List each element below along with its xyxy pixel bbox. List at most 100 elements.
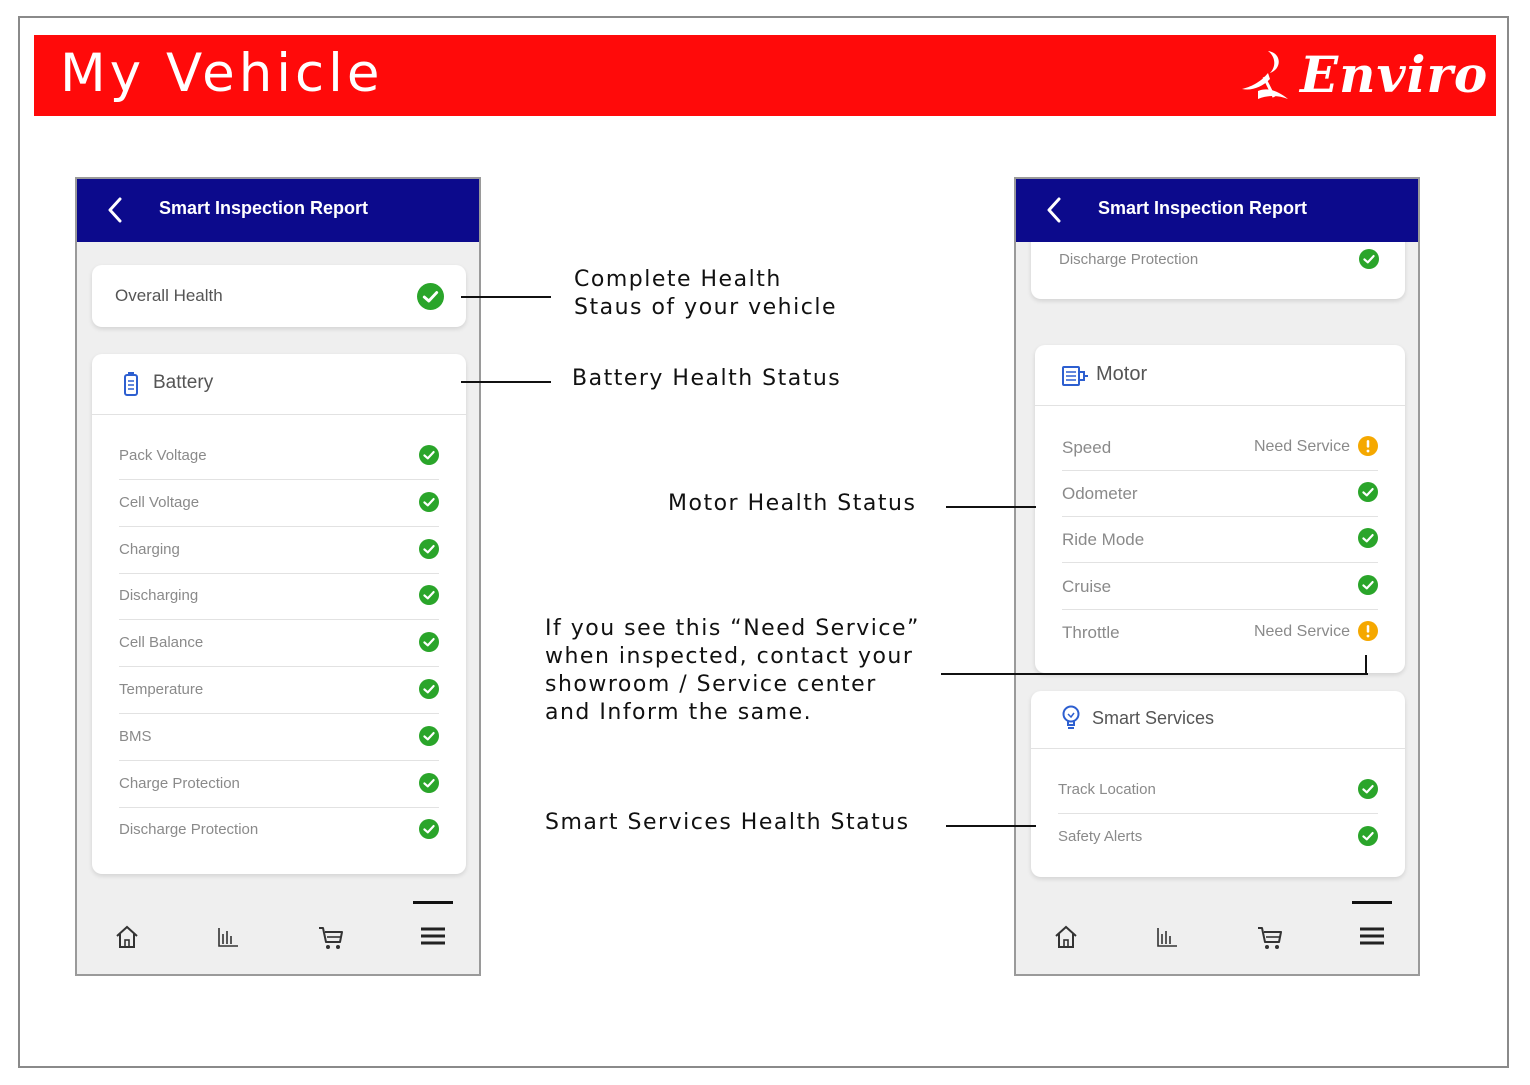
menu-icon[interactable] [419,924,447,948]
list-item[interactable]: Charge Protection [119,761,439,808]
smart-services-card-header[interactable]: Smart Services [1031,691,1405,749]
home-indicator [1352,901,1392,904]
motor-icon [1062,366,1088,386]
row-label: Discharge Protection [1059,251,1199,268]
row-label: Pack Voltage [119,447,207,464]
check-circle-icon [419,491,439,512]
smart-services-card: Smart Services Track Location Safety Aler… [1031,691,1405,877]
home-icon[interactable] [114,924,140,950]
check-circle-icon [1358,825,1378,846]
back-arrow-icon[interactable] [107,197,123,223]
warning-circle-icon [1358,436,1378,456]
need-service-text: Need Service [1253,438,1350,455]
check-circle-icon [419,538,439,559]
check-circle-icon [1358,528,1378,549]
service-annotation-line3: showroom / Service center [545,672,877,697]
service-annotation-line4: and Inform the same. [545,700,813,725]
list-item[interactable]: Charging [119,527,439,574]
service-connector-tick [1365,655,1367,675]
service-annotation-line2: when inspected, contact your [545,644,914,669]
check-circle-icon [1358,779,1378,799]
bulb-icon [1062,705,1080,729]
row-label: Discharge Protection [119,821,259,839]
check-circle-icon [1358,574,1378,595]
smart-annotation: Smart Services Health Status [545,810,910,835]
overall-health-label: Overall Health [115,286,223,305]
check-circle-icon [419,445,439,465]
need-service-text: Need Service [1253,622,1350,640]
check-circle-icon [419,725,439,746]
check-circle-icon [419,819,439,840]
brand-name: Enviro [1300,45,1489,104]
home-indicator [413,901,453,904]
overall-connector-line [461,296,551,298]
header-banner: My Vehicle Enviro [34,35,1496,116]
right-phone-screen: Discharge Protection Smart Inspection Re… [1014,177,1420,976]
list-item[interactable]: Discharge Protection [119,807,439,853]
list-item[interactable]: Safety Alerts [1058,814,1378,860]
list-item[interactable]: Pack Voltage [119,433,439,480]
row-label: Speed [1062,438,1112,457]
battery-annotation: Battery Health Status [572,366,842,391]
overall-health-card[interactable]: Overall Health [92,265,466,327]
list-item[interactable]: Temperature [119,667,439,714]
list-item[interactable]: Cell Voltage [119,480,439,527]
row-label: Throttle [1062,622,1120,642]
motor-card-header[interactable]: Motor [1035,345,1405,406]
row-label: Ride Mode [1062,530,1145,550]
motor-card: Motor Speed Need Service Odometer Ride Mode… [1035,345,1405,673]
list-item[interactable]: Discharge Protection [1059,241,1379,281]
battery-card-header[interactable]: Battery [92,354,466,415]
screen-title: Smart Inspection Report [159,198,369,218]
row-label: Track Location [1058,781,1156,798]
battery-icon [124,372,138,396]
list-item[interactable]: Cell Balance [119,620,439,668]
list-item[interactable]: Discharging [119,573,439,621]
screen-title: Smart Inspection Report [1098,198,1308,218]
battery-card: Battery Pack Voltage Cell Voltage Charging… [92,354,466,874]
row-label: Cruise [1062,576,1112,596]
cart-icon[interactable] [317,924,345,952]
row-label: Charging [119,540,180,558]
overall-annotation-line2: Staus of your vehicle [574,295,837,320]
check-circle-icon [419,632,439,653]
list-item[interactable]: Odometer [1062,470,1378,518]
list-item[interactable]: Track Location [1058,767,1378,814]
smart-connector-line [946,825,1036,827]
check-circle-icon [1358,482,1378,503]
stats-icon[interactable] [1154,924,1180,950]
list-item[interactable]: BMS [119,714,439,761]
stats-icon[interactable] [215,924,241,950]
list-item[interactable]: Cruise [1062,563,1378,610]
cart-icon[interactable] [1256,924,1284,952]
check-circle-icon [417,283,444,310]
row-label: Safety Alerts [1058,827,1143,845]
list-item[interactable]: Ride Mode [1062,516,1378,564]
motor-connector-line [946,506,1036,508]
check-circle-icon [419,679,439,699]
page-title: My Vehicle [60,43,384,104]
enviro-logo: Enviro [1238,41,1487,111]
row-label: Temperature [119,681,204,698]
service-annotation-line1: If you see this “Need Service” [545,616,920,641]
motor-title: Motor [1096,363,1148,385]
app-bar: Smart Inspection Report [77,179,479,242]
home-icon[interactable] [1053,924,1079,950]
app-bar: Smart Inspection Report [1016,179,1418,242]
bottom-nav [77,901,479,974]
battery-title: Battery [153,372,214,393]
left-phone-screen: Smart Inspection Report Overall Health B… [75,177,481,976]
row-label: Cell Voltage [119,493,200,511]
warning-circle-icon [1358,620,1378,641]
row-label: Cell Balance [119,634,204,652]
battery-connector-line [461,381,551,383]
back-arrow-icon[interactable] [1046,197,1062,223]
list-item[interactable]: Throttle Need Service [1062,609,1378,655]
row-label: Discharging [119,587,199,605]
check-circle-icon [1359,249,1379,269]
row-label: BMS [119,727,152,745]
row-label: Odometer [1062,484,1138,504]
list-item[interactable]: Speed Need Service [1062,424,1378,471]
menu-icon[interactable] [1358,924,1386,948]
smart-services-title: Smart Services [1092,708,1215,728]
